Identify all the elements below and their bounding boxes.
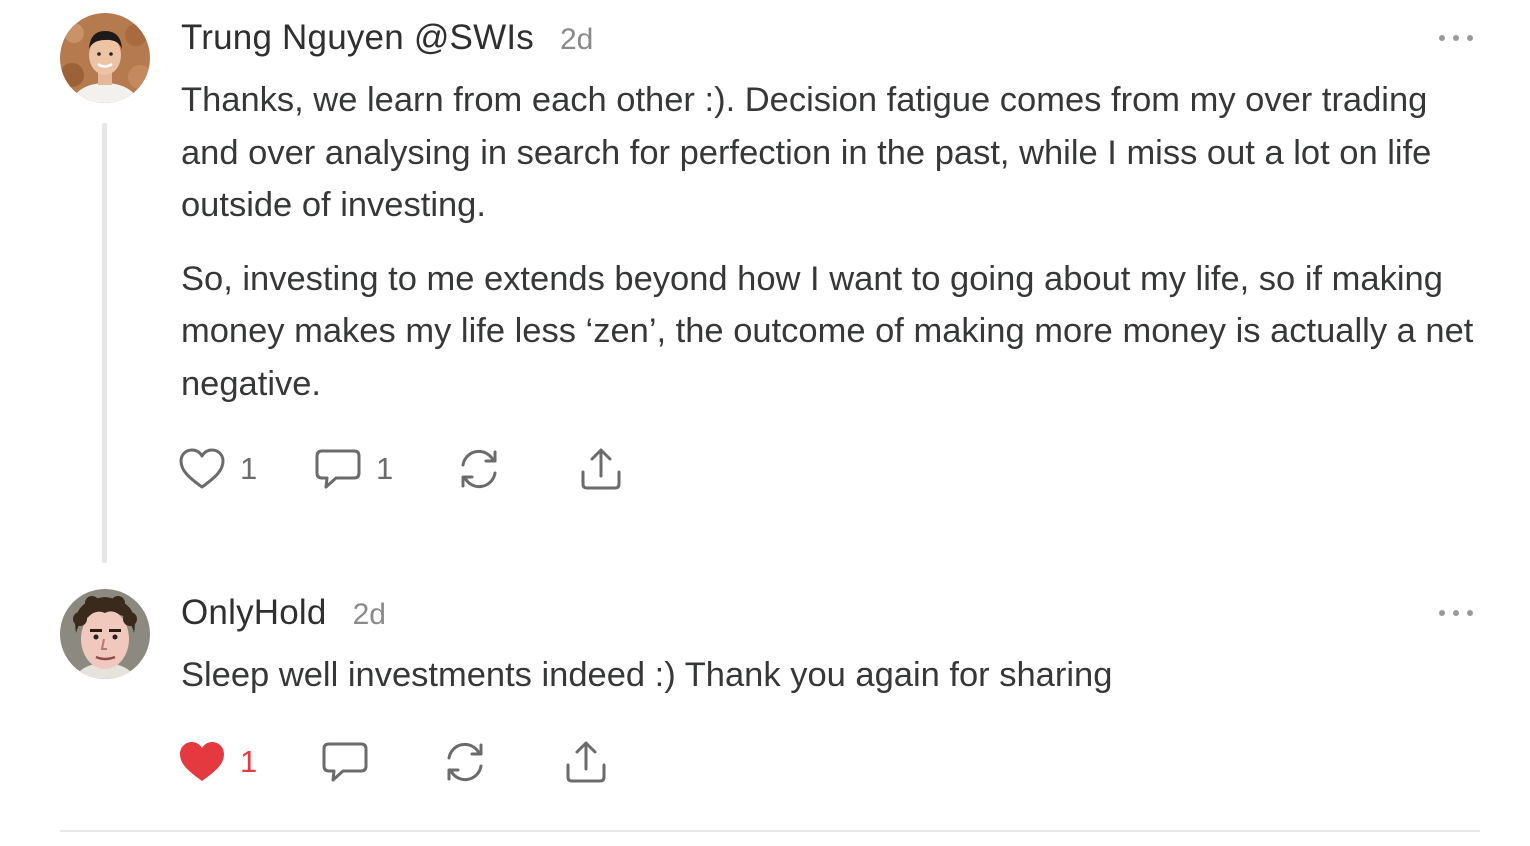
- more-options-button[interactable]: [1436, 603, 1476, 623]
- restack-icon: [447, 742, 483, 782]
- divider: [60, 830, 1480, 832]
- share-button[interactable]: [563, 738, 609, 786]
- author-name[interactable]: OnlyHold: [181, 593, 327, 633]
- comment-paragraph: Sleep well investments indeed :) Thank y…: [181, 656, 1113, 694]
- share-icon: [566, 741, 606, 783]
- restack-button[interactable]: [442, 738, 488, 786]
- comment-2: OnlyHold 2d Sleep well investments indee…: [0, 0, 1530, 846]
- comment-actions: 1: [178, 738, 618, 786]
- heart-filled-icon: [180, 742, 224, 781]
- speech-bubble-icon: [322, 742, 368, 782]
- comment-body: Sleep well investments indeed :) Thank y…: [181, 649, 1491, 702]
- more-dots-icon: [1439, 610, 1445, 616]
- comment-time[interactable]: 2d: [353, 598, 386, 632]
- cartoon-face-avatar-icon: [60, 589, 150, 679]
- avatar-onlyhold[interactable]: [60, 589, 150, 679]
- like-count: 1: [240, 744, 258, 779]
- comment-header: OnlyHold 2d: [181, 593, 386, 633]
- like-button[interactable]: 1: [178, 738, 257, 786]
- reply-button[interactable]: [321, 738, 369, 786]
